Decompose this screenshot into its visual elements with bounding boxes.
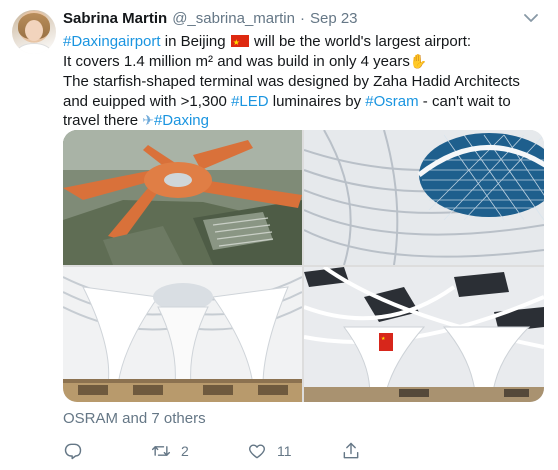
tweet-line-3: The starfish-shaped terminal was designe… (63, 72, 543, 92)
airplane-icon: ✈ (142, 113, 154, 129)
avatar-face (25, 20, 43, 41)
share-button[interactable] (341, 440, 371, 462)
like-button[interactable]: 11 (247, 440, 292, 462)
media-image-aerial[interactable] (63, 130, 302, 265)
tweet-actions: 2 11 (63, 440, 483, 464)
tweet-line-2: It covers 1.4 million m² and was build i… (63, 52, 543, 73)
retweet-icon (151, 446, 171, 456)
hashtag-daxing[interactable]: #Daxing (154, 112, 209, 129)
hashtag-daxingairport[interactable]: #Daxingairport (63, 33, 161, 50)
reply-icon (64, 443, 82, 460)
tweet-text-fragment: and euipped with >1,300 (63, 92, 232, 110)
tweet[interactable]: Sabrina Martin @_sabrina_martin · Sep 23… (0, 0, 558, 470)
tweet-line-5: travel there ✈#Daxing (63, 111, 543, 132)
share-icon (343, 442, 359, 459)
media-grid: ★ (63, 130, 544, 402)
media-image-roof[interactable] (304, 130, 544, 265)
clapping-hands-icon: ✋ (409, 53, 428, 70)
reply-button[interactable] (63, 440, 93, 462)
like-count: 11 (277, 443, 292, 459)
retweet-count: 2 (181, 443, 189, 459)
tweet-header: Sabrina Martin @_sabrina_martin · Sep 23 (63, 10, 358, 30)
avatar-shoulder (16, 43, 52, 54)
tweet-text: #Daxingairport in Beijing will be the wo… (63, 32, 543, 132)
tweet-text-fragment: The starfish-shaped terminal was designe… (63, 73, 520, 90)
author-handle[interactable]: @_sabrina_martin (172, 10, 295, 27)
hashtag-osram[interactable]: #Osram (365, 93, 418, 110)
media-image-interior-flag[interactable]: ★ (304, 267, 544, 402)
liked-by-text[interactable]: OSRAM and 7 others (63, 410, 206, 427)
tweet-text-fragment: travel there (63, 112, 143, 129)
svg-text:★: ★ (381, 336, 386, 342)
tweet-text-fragment: - can't wait to (418, 92, 511, 110)
china-flag-icon (230, 33, 249, 53)
tweet-text-fragment: in Beijing (160, 33, 226, 50)
tweet-date[interactable]: Sep 23 (310, 10, 358, 27)
tweet-text-fragment: It covers 1.4 million m² and was build i… (63, 52, 410, 70)
author-name[interactable]: Sabrina Martin (63, 10, 167, 27)
tweet-line-4: and euipped with >1,300 #LED luminaires … (63, 92, 543, 112)
chevron-down-icon[interactable] (524, 13, 538, 23)
hashtag-led[interactable]: #LED (231, 93, 269, 110)
tweet-text-fragment: luminaires by (268, 92, 366, 110)
tweet-line-1: #Daxingairport in Beijing will be the wo… (63, 32, 543, 53)
tweet-text-fragment: will be the world's largest airport: (249, 33, 472, 50)
heart-icon (249, 444, 265, 459)
avatar[interactable] (12, 10, 56, 54)
retweet-button[interactable]: 2 (151, 440, 189, 462)
separator-dot: · (299, 10, 305, 27)
media-image-interior[interactable] (63, 267, 302, 402)
